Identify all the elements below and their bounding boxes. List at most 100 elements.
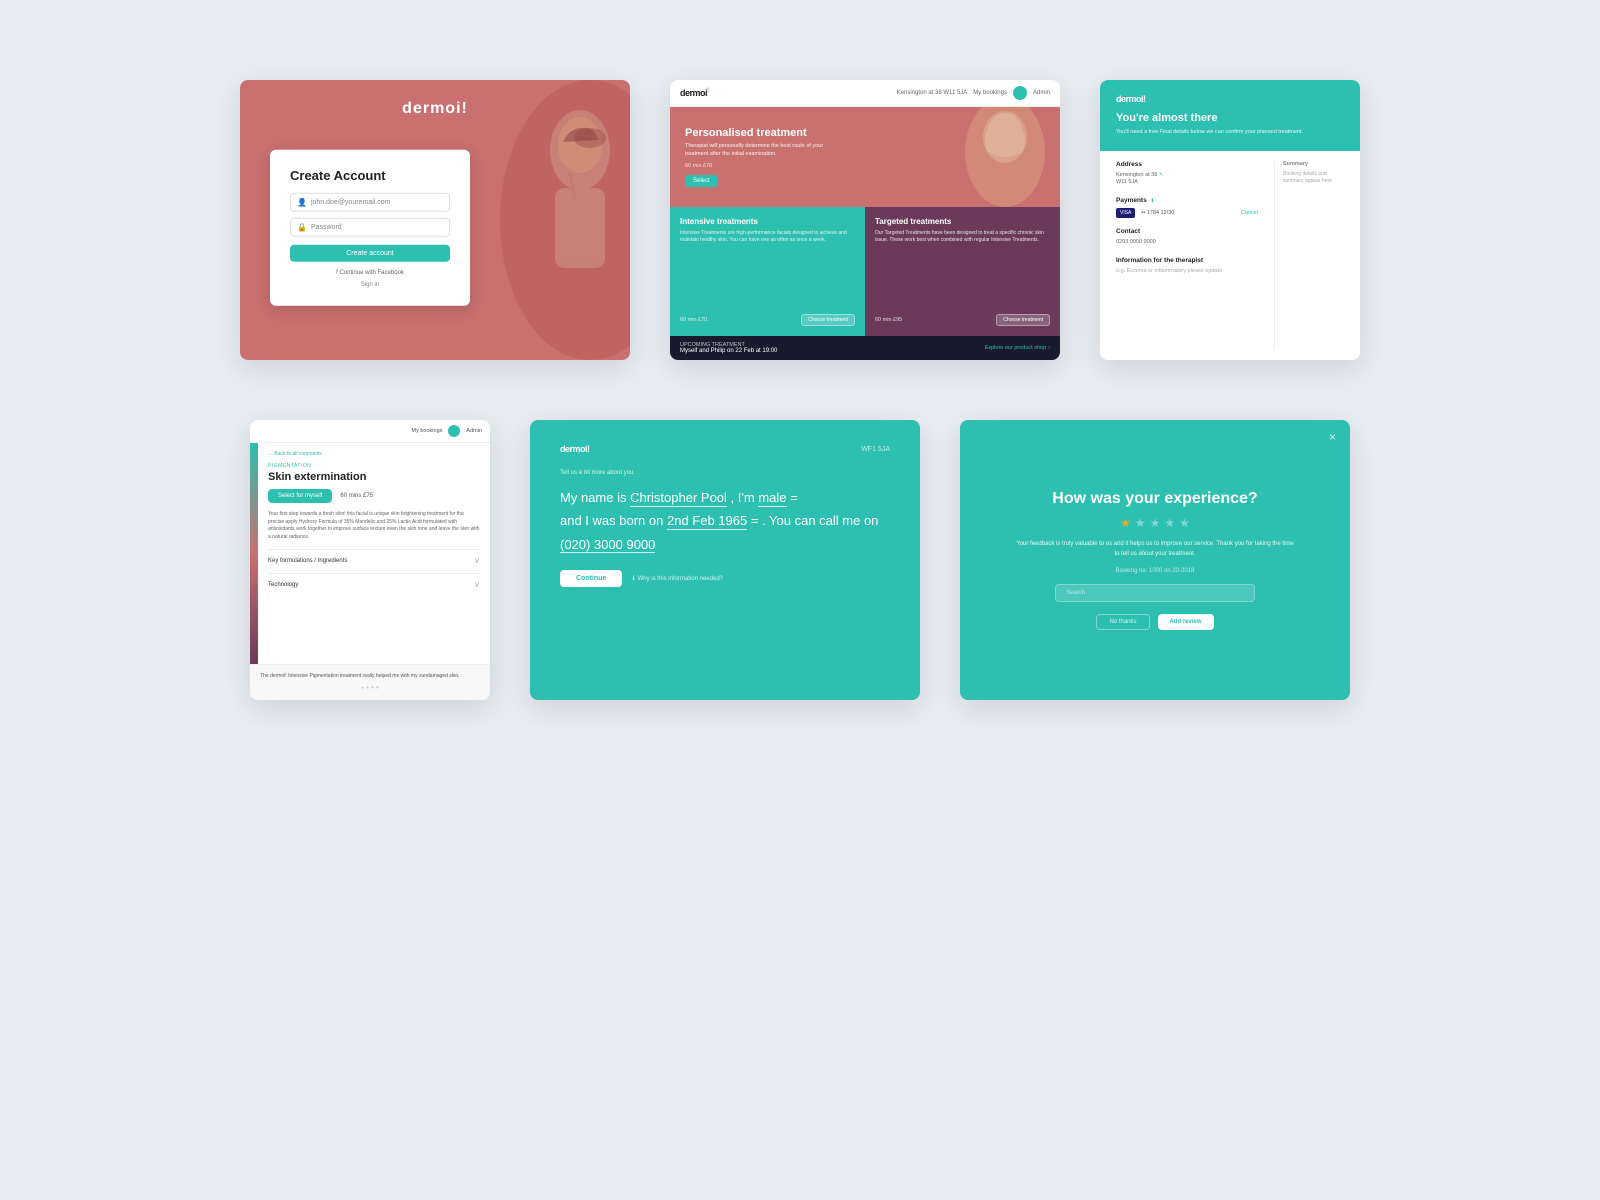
woman-illustration bbox=[460, 80, 630, 360]
select-for-myself-button[interactable]: Select for myself bbox=[268, 489, 332, 503]
targeted-treatment-card: Targeted treatments Our Targeted Treatme… bbox=[865, 207, 1060, 336]
dob-field[interactable]: 2nd Feb 1965 bbox=[667, 513, 747, 530]
email-field[interactable]: 👤 john.doe@youremail.com bbox=[290, 193, 450, 212]
no-thanks-button[interactable]: No thanks bbox=[1096, 614, 1149, 630]
card-number: •• 1784 12/30 bbox=[1141, 210, 1174, 216]
intensive-title: Intensive treatments bbox=[680, 217, 855, 226]
create-account-form: Create Account 👤 john.doe@youremail.com … bbox=[270, 150, 470, 306]
therapist-label: Information for the therapist bbox=[1116, 257, 1258, 264]
phone-field[interactable]: (020) 3000 9000 bbox=[560, 537, 655, 553]
star-1[interactable]: ★ bbox=[1120, 516, 1131, 530]
chevron-down-icon-2: ∨ bbox=[474, 580, 480, 589]
gender-field[interactable]: male bbox=[758, 490, 786, 507]
hero-section: Personalised treatment Therapist will pe… bbox=[670, 107, 1060, 207]
star-5[interactable]: ★ bbox=[1179, 516, 1190, 530]
targeted-choose-button[interactable]: Choose treatment bbox=[996, 314, 1050, 326]
therapist-placeholder[interactable]: e.g. Eczema or inflammatory please updat… bbox=[1116, 268, 1258, 276]
tell-us-label: Tell us a bit more about you. bbox=[560, 470, 890, 476]
location-text: Kensington at 38 W11 5JA bbox=[897, 90, 968, 96]
contact-label: Contact bbox=[1116, 228, 1258, 235]
card-dashboard: dermoi! Kensington at 38 W11 5JA My book… bbox=[670, 80, 1060, 360]
card1-logo: dermoi! bbox=[402, 100, 468, 118]
address-label: Address bbox=[1116, 161, 1258, 168]
almost-body: Address Kensington at 38 ✎ W11 5JA Payme… bbox=[1100, 151, 1360, 360]
testimonial-text: The dermoi! Intensive Pigmentation treat… bbox=[260, 673, 480, 679]
hero-title: Personalised treatment bbox=[685, 127, 845, 139]
almost-header: dermoi! You're almost there You'll need … bbox=[1100, 80, 1360, 151]
card-almost-there: dermoi! You're almost there You'll need … bbox=[1100, 80, 1360, 360]
user-name[interactable]: Christopher Pool bbox=[630, 490, 727, 507]
why-link[interactable]: ℹ Why is this information needed? bbox=[632, 575, 723, 582]
targeted-title: Targeted treatments bbox=[875, 217, 1050, 226]
admin-label: Admin bbox=[1033, 90, 1050, 96]
almost-left: Address Kensington at 38 ✎ W11 5JA Payme… bbox=[1116, 161, 1258, 350]
continue-button[interactable]: Continue bbox=[560, 570, 622, 587]
star-3[interactable]: ★ bbox=[1150, 516, 1161, 530]
form-title: Create Account bbox=[290, 168, 450, 183]
email-placeholder: john.doe@youremail.com bbox=[311, 199, 390, 206]
cancel-link[interactable]: Cancel bbox=[1241, 210, 1258, 216]
hero-woman-image bbox=[950, 107, 1060, 207]
topbar-right: Kensington at 38 W11 5JA My bookings Adm… bbox=[897, 86, 1050, 100]
payments-label: Payments ℹ bbox=[1116, 197, 1258, 204]
close-button[interactable]: × bbox=[1329, 430, 1336, 444]
lock-icon: 🔒 bbox=[297, 223, 307, 232]
row-1: dermoi! Create Account 👤 john.doe@yourem… bbox=[240, 80, 1360, 360]
about-form-sentence: My name is Christopher Pool , I'm male =… bbox=[560, 486, 890, 556]
payments-section: Payments ℹ VISA •• 1784 12/30 Cancel bbox=[1116, 197, 1258, 218]
dashboard-topbar: dermoi! Kensington at 38 W11 5JA My book… bbox=[670, 80, 1060, 107]
facebook-link[interactable]: f Continue with Facebook bbox=[290, 270, 450, 276]
payment-row: VISA •• 1784 12/30 Cancel bbox=[1116, 208, 1258, 218]
star-4[interactable]: ★ bbox=[1164, 516, 1175, 530]
about-bottom-row: Continue ℹ Why is this information neede… bbox=[560, 570, 890, 587]
person-icon: 👤 bbox=[297, 198, 307, 207]
technology-toggle[interactable]: Technology ∨ bbox=[268, 573, 480, 589]
almost-logo: dermoi! bbox=[1116, 94, 1146, 104]
ingredients-toggle[interactable]: Key formulations / Ingredients ∨ bbox=[268, 549, 480, 565]
sentence-mid1: , I'm bbox=[731, 490, 755, 505]
almost-desc: You'll need a free Final details below w… bbox=[1116, 129, 1344, 137]
sentence-prefix: My name is bbox=[560, 490, 626, 505]
intensive-treatment-card: Intensive treatments Intensive Treatment… bbox=[670, 207, 865, 336]
intensive-choose-button[interactable]: Choose treatment bbox=[801, 314, 855, 326]
review-buttons: No thanks Add review bbox=[1096, 614, 1213, 630]
targeted-price: 60 min £95 bbox=[875, 317, 902, 323]
chevron-down-icon: ∨ bbox=[474, 556, 480, 565]
user-avatar[interactable] bbox=[1013, 86, 1027, 100]
my-bookings-link[interactable]: My bookings bbox=[412, 428, 443, 434]
edit-icon[interactable]: ✎ bbox=[1159, 172, 1163, 178]
dashboard-footer: UPCOMING TREATMENT Myself and Philip on … bbox=[670, 336, 1060, 360]
explore-link[interactable]: Explore our product shop › bbox=[985, 345, 1050, 351]
almost-right-column: Summary Booking details and summary appe… bbox=[1274, 161, 1344, 350]
phone-value: 0203 0000 9000 bbox=[1116, 239, 1258, 247]
arrow-right-icon: › bbox=[1048, 345, 1050, 351]
sentence-mid3: and I was born on bbox=[560, 513, 663, 528]
password-field[interactable]: 🔒 Password bbox=[290, 218, 450, 237]
review-title: How was your experience? bbox=[1052, 490, 1257, 508]
almost-title: You're almost there bbox=[1116, 112, 1344, 124]
user-avatar[interactable] bbox=[448, 425, 460, 437]
search-box[interactable]: Search bbox=[1055, 584, 1255, 602]
skin-topbar: My bookings Admin bbox=[250, 420, 490, 443]
password-placeholder: Password bbox=[311, 224, 342, 231]
star-rating[interactable]: ★ ★ ★ ★ ★ bbox=[1120, 516, 1190, 530]
intensive-description: Intensive Treatments are high-performanc… bbox=[680, 230, 855, 244]
signin-link[interactable]: Sign in bbox=[290, 282, 450, 288]
my-bookings-link[interactable]: My bookings bbox=[973, 90, 1007, 96]
hero-text: Personalised treatment Therapist will pe… bbox=[685, 127, 845, 186]
payments-info-icon[interactable]: ℹ bbox=[1152, 198, 1154, 204]
sentence-mid4: = . You can call me on bbox=[751, 513, 879, 528]
hero-select-button[interactable]: Select bbox=[685, 175, 718, 187]
address-section: Address Kensington at 38 ✎ W11 5JA bbox=[1116, 161, 1258, 187]
admin-label: Admin bbox=[466, 428, 482, 434]
create-account-button[interactable]: Create account bbox=[290, 245, 450, 262]
booking-ref: Booking no: 1000 on 20-2018 bbox=[1116, 568, 1195, 574]
row-2: My bookings Admin ← Back to all comments… bbox=[250, 420, 1350, 700]
info-icon: ℹ bbox=[632, 575, 634, 582]
star-2[interactable]: ★ bbox=[1135, 516, 1146, 530]
intensive-price: 60 min £70 bbox=[680, 317, 707, 323]
back-link[interactable]: ← Back to all comments bbox=[268, 451, 480, 457]
equals-sign-1: = bbox=[790, 490, 798, 505]
add-review-button[interactable]: Add review bbox=[1158, 614, 1214, 630]
targeted-footer: 60 min £95 Choose treatment bbox=[875, 314, 1050, 326]
